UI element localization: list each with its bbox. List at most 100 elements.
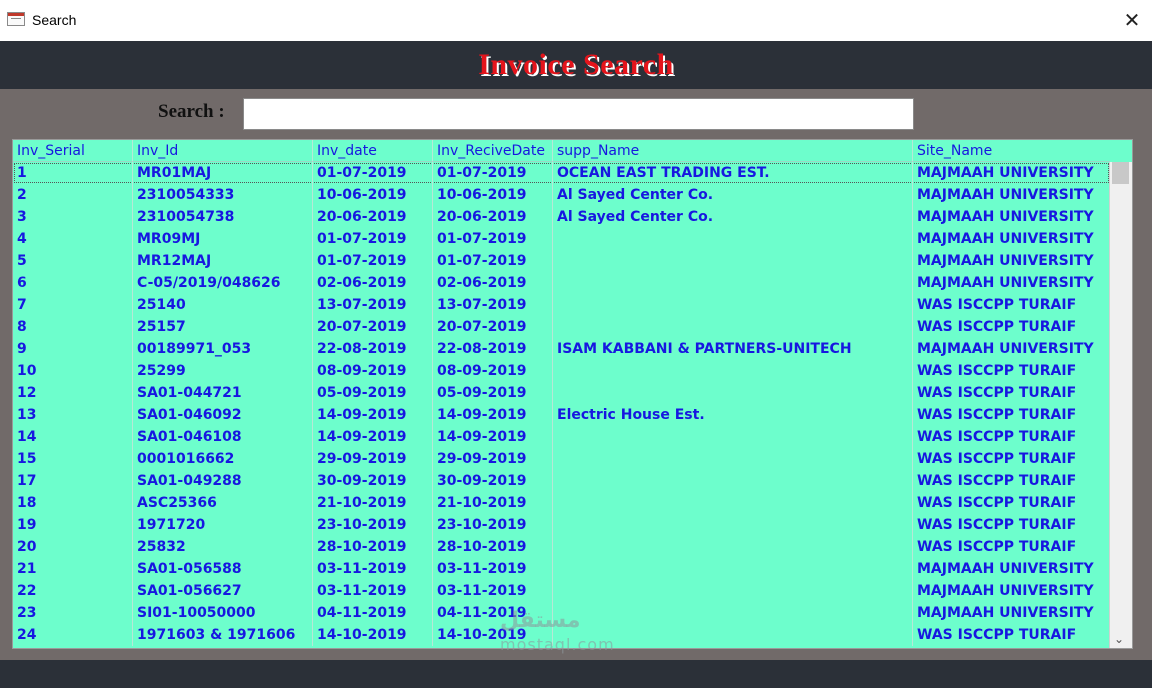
cell-supp-name[interactable]: Al Sayed Center Co. bbox=[553, 184, 913, 206]
cell-supp-name[interactable]: OCEAN EAST TRADING EST. bbox=[553, 162, 913, 184]
table-row[interactable]: 2 2310054333 10-06-2019 10-06-2019 Al Sayed … bbox=[13, 184, 1110, 206]
cell-supp-name[interactable]: Al Sayed Center Co. bbox=[553, 206, 913, 228]
cell-site-name[interactable]: WAS ISCCPP TURAIF bbox=[913, 360, 1110, 382]
table-row[interactable]: 10 25299 08-09-2019 08-09-2019 WAS ISCCPP TU… bbox=[13, 360, 1110, 382]
cell-inv-date[interactable]: 13-07-2019 bbox=[313, 294, 433, 316]
column-header-inv-recive-date[interactable]: Inv_ReciveDate bbox=[433, 140, 553, 162]
table-row[interactable]: 1 MR01MAJ 01-07-2019 01-07-2019 OCEAN EAST T… bbox=[13, 162, 1110, 184]
table-row[interactable]: 15 0001016662 29-09-2019 29-09-2019 WAS ISCC… bbox=[13, 448, 1110, 470]
cell-inv-serial[interactable]: 20 bbox=[13, 536, 133, 558]
cell-site-name[interactable]: WAS ISCCPP TURAIF bbox=[913, 624, 1110, 646]
column-header-inv-serial[interactable]: Inv_Serial bbox=[13, 140, 133, 162]
cell-inv-serial[interactable]: 24 bbox=[13, 624, 133, 646]
cell-inv-serial[interactable]: 21 bbox=[13, 558, 133, 580]
cell-inv-serial[interactable]: 8 bbox=[13, 316, 133, 338]
cell-supp-name[interactable] bbox=[553, 580, 913, 602]
cell-inv-serial[interactable]: 1 bbox=[13, 162, 133, 184]
cell-site-name[interactable]: WAS ISCCPP TURAIF bbox=[913, 514, 1110, 536]
scroll-down-icon[interactable]: ⌄ bbox=[1114, 632, 1124, 646]
cell-inv-serial[interactable]: 18 bbox=[13, 492, 133, 514]
cell-site-name[interactable]: WAS ISCCPP TURAIF bbox=[913, 404, 1110, 426]
table-row[interactable]: 19 1971720 23-10-2019 23-10-2019 WAS ISCCPP … bbox=[13, 514, 1110, 536]
cell-site-name[interactable]: WAS ISCCPP TURAIF bbox=[913, 382, 1110, 404]
cell-site-name[interactable]: WAS ISCCPP TURAIF bbox=[913, 294, 1110, 316]
cell-inv-id[interactable]: 2310054333 bbox=[133, 184, 313, 206]
cell-inv-id[interactable]: C-05/2019/048626 bbox=[133, 272, 313, 294]
column-header-inv-date[interactable]: Inv_date bbox=[313, 140, 433, 162]
cell-inv-date[interactable]: 28-10-2019 bbox=[313, 536, 433, 558]
cell-inv-id[interactable]: 25832 bbox=[133, 536, 313, 558]
table-row[interactable]: 12 SA01-044721 05-09-2019 05-09-2019 WAS ISC… bbox=[13, 382, 1110, 404]
cell-inv-id[interactable]: 0001016662 bbox=[133, 448, 313, 470]
cell-inv-id[interactable]: SA01-044721 bbox=[133, 382, 313, 404]
cell-inv-id[interactable]: MR01MAJ bbox=[133, 162, 313, 184]
cell-inv-recive-date[interactable]: 14-09-2019 bbox=[433, 404, 553, 426]
cell-inv-recive-date[interactable]: 30-09-2019 bbox=[433, 470, 553, 492]
cell-inv-serial[interactable]: 14 bbox=[13, 426, 133, 448]
cell-inv-recive-date[interactable]: 29-09-2019 bbox=[433, 448, 553, 470]
cell-inv-date[interactable]: 23-10-2019 bbox=[313, 514, 433, 536]
table-row[interactable]: 20 25832 28-10-2019 28-10-2019 WAS ISCCPP TU… bbox=[13, 536, 1110, 558]
cell-inv-serial[interactable]: 9 bbox=[13, 338, 133, 360]
cell-inv-recive-date[interactable]: 21-10-2019 bbox=[433, 492, 553, 514]
table-row[interactable]: 22 SA01-056627 03-11-2019 03-11-2019 MAJMAAH… bbox=[13, 580, 1110, 602]
cell-site-name[interactable]: WAS ISCCPP TURAIF bbox=[913, 426, 1110, 448]
cell-site-name[interactable]: MAJMAAH UNIVERSITY bbox=[913, 338, 1110, 360]
cell-supp-name[interactable] bbox=[553, 360, 913, 382]
cell-inv-serial[interactable]: 7 bbox=[13, 294, 133, 316]
table-row[interactable]: 8 25157 20-07-2019 20-07-2019 WAS ISCCPP TUR… bbox=[13, 316, 1110, 338]
cell-supp-name[interactable] bbox=[553, 426, 913, 448]
cell-inv-id[interactable]: 25140 bbox=[133, 294, 313, 316]
cell-inv-recive-date[interactable]: 22-08-2019 bbox=[433, 338, 553, 360]
scrollbar-thumb[interactable] bbox=[1112, 162, 1129, 184]
table-row[interactable]: 4 MR09MJ 01-07-2019 01-07-2019 MAJMAAH UNIVE… bbox=[13, 228, 1110, 250]
cell-site-name[interactable]: WAS ISCCPP TURAIF bbox=[913, 316, 1110, 338]
cell-site-name[interactable]: MAJMAAH UNIVERSITY bbox=[913, 250, 1110, 272]
cell-inv-recive-date[interactable]: 01-07-2019 bbox=[433, 250, 553, 272]
cell-supp-name[interactable] bbox=[553, 536, 913, 558]
cell-inv-recive-date[interactable]: 02-06-2019 bbox=[433, 272, 553, 294]
cell-supp-name[interactable] bbox=[553, 228, 913, 250]
cell-inv-serial[interactable]: 15 bbox=[13, 448, 133, 470]
cell-inv-id[interactable]: 00189971_053 bbox=[133, 338, 313, 360]
cell-supp-name[interactable] bbox=[553, 250, 913, 272]
cell-inv-recive-date[interactable]: 05-09-2019 bbox=[433, 382, 553, 404]
cell-inv-date[interactable]: 02-06-2019 bbox=[313, 272, 433, 294]
table-row[interactable]: 5 MR12MAJ 01-07-2019 01-07-2019 MAJMAAH UNIV… bbox=[13, 250, 1110, 272]
cell-inv-recive-date[interactable]: 03-11-2019 bbox=[433, 580, 553, 602]
cell-inv-recive-date[interactable]: 20-07-2019 bbox=[433, 316, 553, 338]
table-row[interactable]: 7 25140 13-07-2019 13-07-2019 WAS ISCCPP TUR… bbox=[13, 294, 1110, 316]
cell-site-name[interactable]: MAJMAAH UNIVERSITY bbox=[913, 580, 1110, 602]
cell-inv-date[interactable]: 14-10-2019 bbox=[313, 624, 433, 646]
cell-inv-recive-date[interactable]: 20-06-2019 bbox=[433, 206, 553, 228]
table-row[interactable]: 18 ASC25366 21-10-2019 21-10-2019 WAS ISCCPP… bbox=[13, 492, 1110, 514]
cell-supp-name[interactable] bbox=[553, 514, 913, 536]
cell-inv-id[interactable]: SA01-046092 bbox=[133, 404, 313, 426]
cell-inv-date[interactable]: 01-07-2019 bbox=[313, 228, 433, 250]
cell-inv-id[interactable]: MR12MAJ bbox=[133, 250, 313, 272]
cell-inv-serial[interactable]: 17 bbox=[13, 470, 133, 492]
cell-site-name[interactable]: MAJMAAH UNIVERSITY bbox=[913, 206, 1110, 228]
cell-inv-serial[interactable]: 12 bbox=[13, 382, 133, 404]
cell-inv-serial[interactable]: 6 bbox=[13, 272, 133, 294]
cell-site-name[interactable]: WAS ISCCPP TURAIF bbox=[913, 448, 1110, 470]
cell-inv-id[interactable]: 2310054738 bbox=[133, 206, 313, 228]
table-row[interactable]: 21 SA01-056588 03-11-2019 03-11-2019 MAJMAAH… bbox=[13, 558, 1110, 580]
cell-inv-serial[interactable]: 2 bbox=[13, 184, 133, 206]
cell-site-name[interactable]: MAJMAAH UNIVERSITY bbox=[913, 162, 1110, 184]
column-header-site-name[interactable]: Site_Name bbox=[913, 140, 1110, 162]
cell-inv-date[interactable]: 03-11-2019 bbox=[313, 580, 433, 602]
cell-inv-recive-date[interactable]: 01-07-2019 bbox=[433, 228, 553, 250]
column-header-supp-name[interactable]: supp_Name bbox=[553, 140, 913, 162]
cell-inv-serial[interactable]: 5 bbox=[13, 250, 133, 272]
cell-inv-serial[interactable]: 22 bbox=[13, 580, 133, 602]
cell-supp-name[interactable] bbox=[553, 382, 913, 404]
cell-supp-name[interactable] bbox=[553, 492, 913, 514]
cell-inv-id[interactable]: SA01-049288 bbox=[133, 470, 313, 492]
cell-site-name[interactable]: MAJMAAH UNIVERSITY bbox=[913, 602, 1110, 624]
cell-inv-date[interactable]: 14-09-2019 bbox=[313, 426, 433, 448]
cell-inv-recive-date[interactable]: 28-10-2019 bbox=[433, 536, 553, 558]
cell-inv-id[interactable]: ASC25366 bbox=[133, 492, 313, 514]
table-row[interactable]: 3 2310054738 20-06-2019 20-06-2019 Al Sayed … bbox=[13, 206, 1110, 228]
cell-inv-serial[interactable]: 3 bbox=[13, 206, 133, 228]
